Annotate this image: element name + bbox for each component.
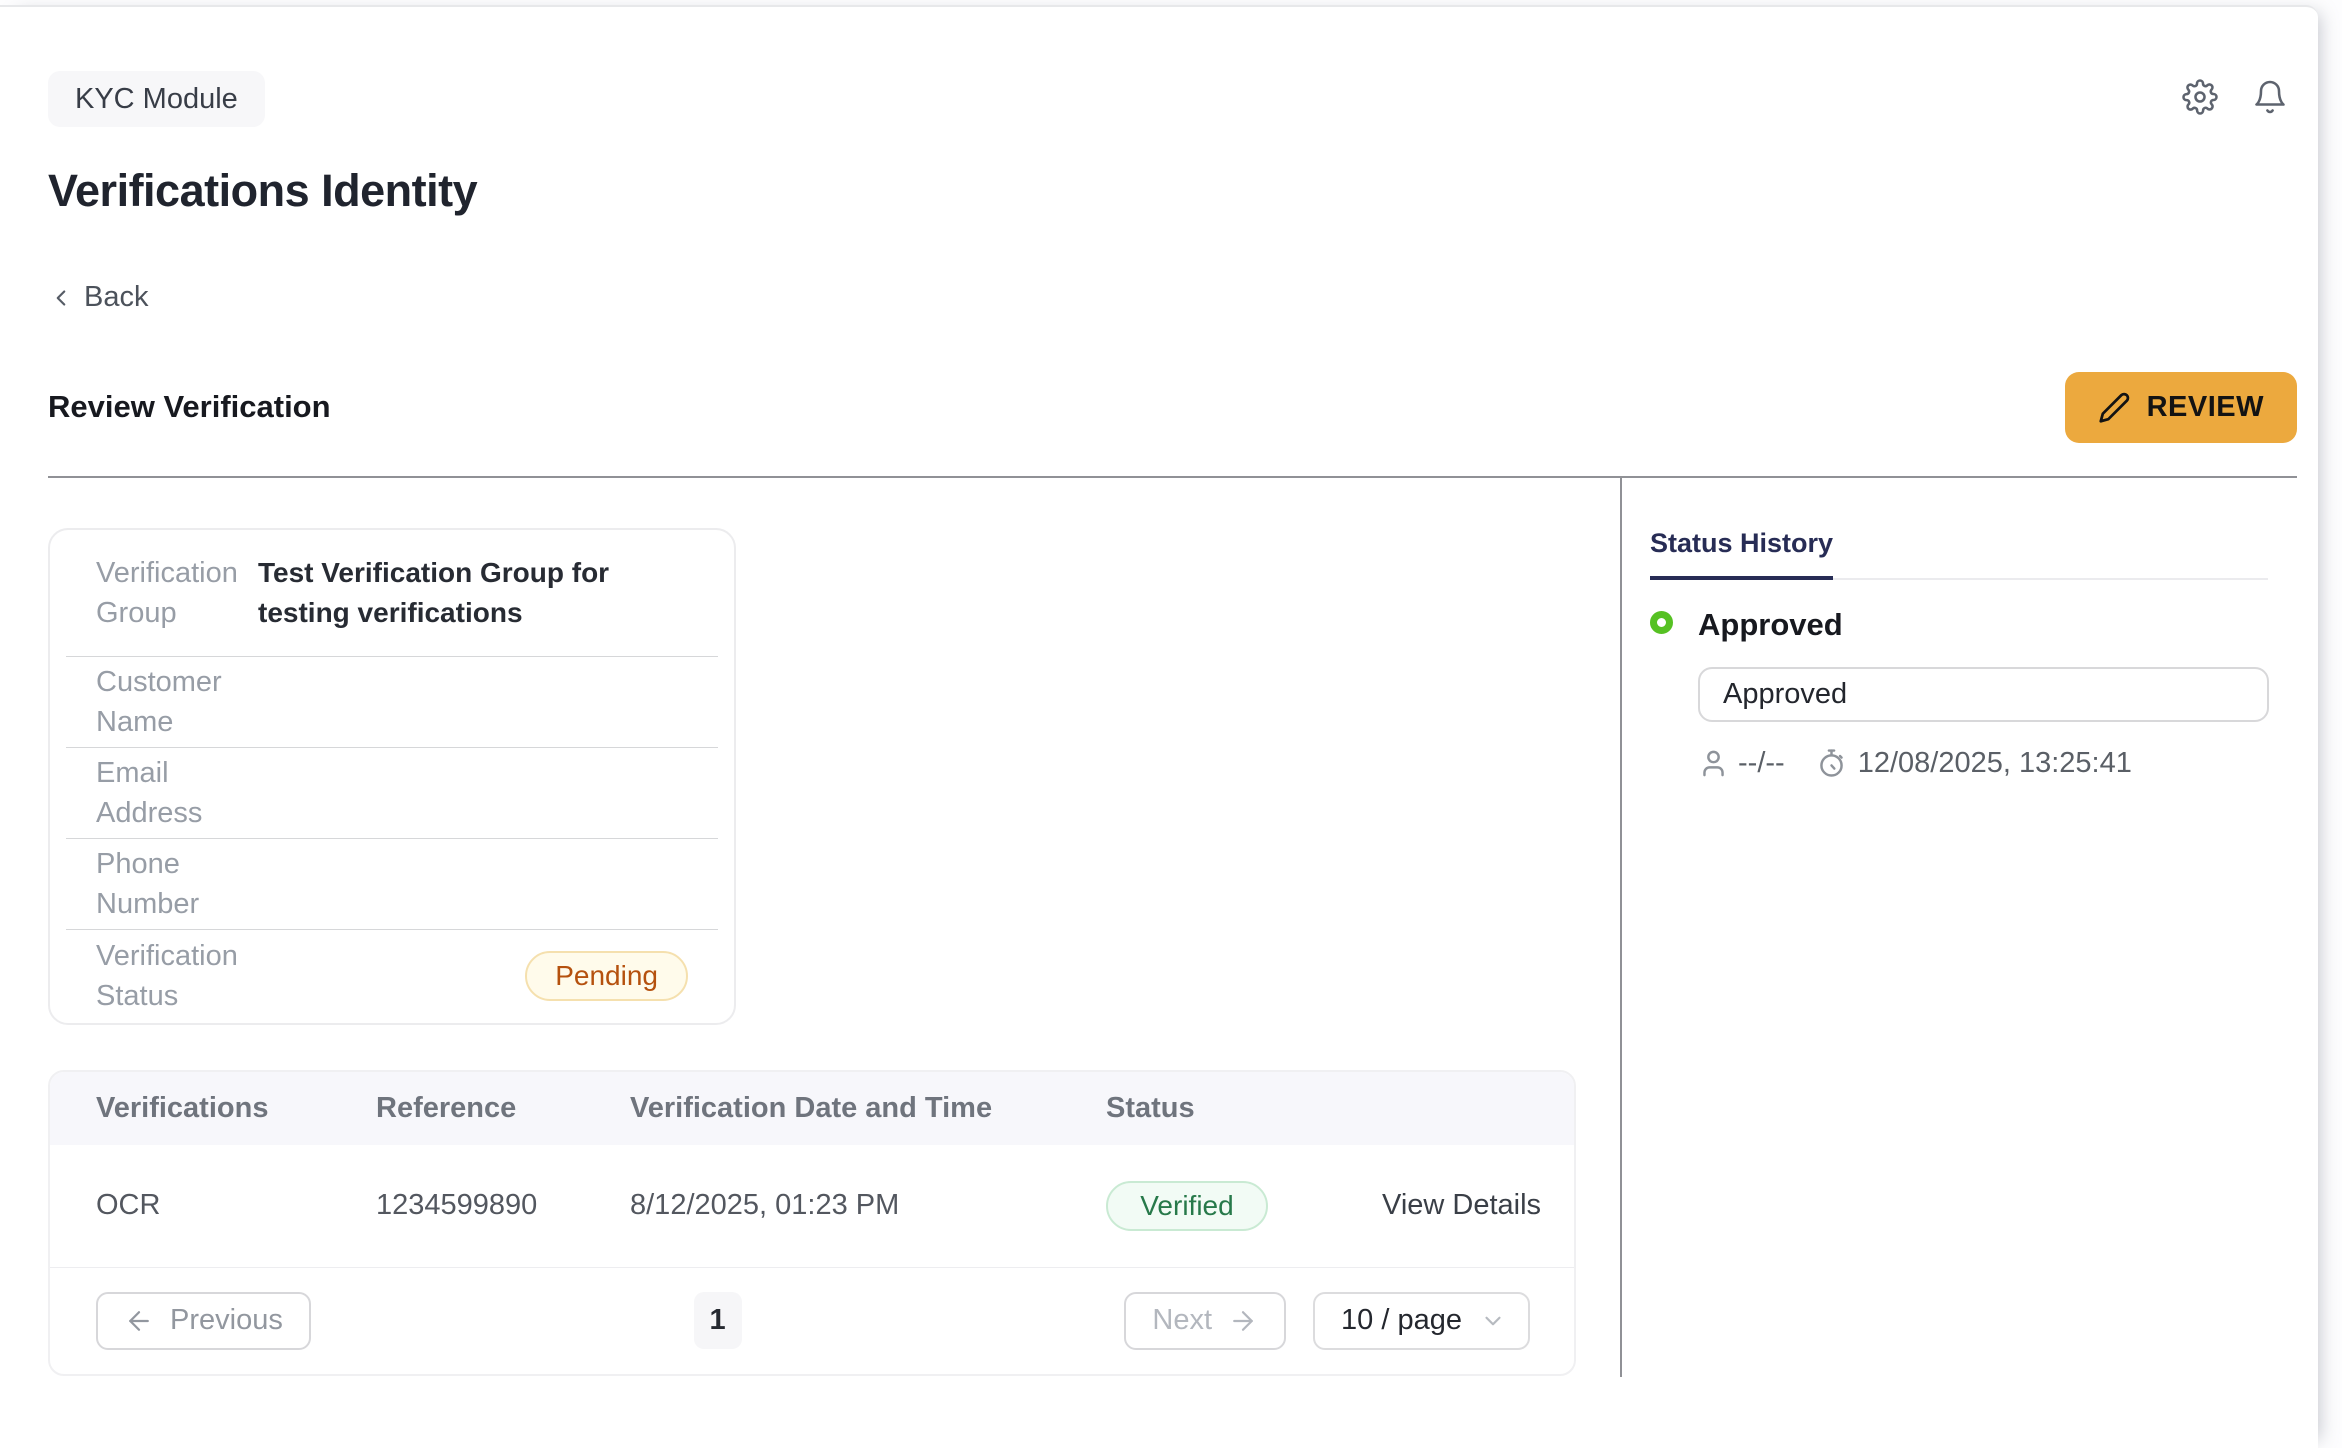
field-label: Email Address [96, 753, 258, 833]
entry-timestamp: 12/08/2025, 13:25:41 [1858, 747, 2132, 780]
entry-user: --/-- [1738, 747, 1785, 780]
review-button-label: REVIEW [2147, 391, 2264, 424]
pencil-icon [2098, 391, 2131, 424]
main-column: Verification Group Test Verification Gro… [48, 478, 1622, 1377]
next-page-button[interactable]: Next [1124, 1292, 1286, 1350]
user-icon [1698, 748, 1729, 779]
cell-reference: 1234599890 [376, 1189, 630, 1222]
chevron-left-icon [48, 285, 74, 311]
content-area: Verification Group Test Verification Gro… [48, 476, 2297, 1377]
next-label: Next [1152, 1304, 1212, 1337]
previous-label: Previous [170, 1304, 283, 1337]
status-badge-verified: Verified [1106, 1181, 1268, 1231]
bell-icon[interactable] [2250, 77, 2290, 117]
top-bar: KYC Module [48, 7, 2297, 127]
field-label: Verification Status [96, 936, 258, 1016]
app-window: KYC Module Verifications Identity Back R… [0, 5, 2318, 1448]
stopwatch-icon [1816, 748, 1847, 779]
timeline-dot-column [1650, 607, 1698, 780]
entry-meta-row: --/-- 12/08/2025, 13:25:41 [1698, 747, 2269, 780]
page-size-value: 10 / page [1341, 1304, 1462, 1337]
module-badge: KYC Module [48, 71, 265, 127]
page-title: Verifications Identity [48, 165, 2297, 217]
arrow-right-icon [1228, 1306, 1258, 1336]
back-label: Back [84, 281, 148, 314]
field-value: Test Verification Group for testing veri… [258, 553, 688, 633]
page-number-1[interactable]: 1 [694, 1292, 742, 1349]
chevron-down-icon [1480, 1308, 1506, 1334]
entry-body: Approved Approved --/-- 12/08/2025, [1698, 607, 2269, 780]
table-header-row: Verifications Reference Verification Dat… [50, 1072, 1574, 1145]
info-row-verification-status: Verification Status Pending [66, 930, 718, 1023]
status-history-panel: Status History Approved Approved --/-- [1622, 478, 2297, 1377]
field-label: Phone Number [96, 844, 258, 924]
section-header: Review Verification REVIEW [48, 372, 2297, 443]
cell-verification: OCR [96, 1189, 376, 1222]
entry-status-title: Approved [1698, 607, 2269, 643]
tab-status-history[interactable]: Status History [1650, 528, 1833, 580]
gear-icon[interactable] [2180, 77, 2220, 117]
previous-page-button[interactable]: Previous [96, 1292, 311, 1350]
pagination-right-group: Next 10 / page [1124, 1292, 1530, 1350]
cell-datetime: 8/12/2025, 01:23 PM [630, 1189, 1106, 1222]
section-title: Review Verification [48, 389, 331, 425]
verifications-table: Verifications Reference Verification Dat… [48, 1070, 1576, 1376]
back-link[interactable]: Back [48, 281, 148, 314]
field-label: Verification Group [96, 553, 258, 633]
status-badge-pending: Pending [525, 951, 688, 1001]
panel-tab-bar: Status History [1650, 528, 2268, 580]
info-row-verification-group: Verification Group Test Verification Gro… [66, 530, 718, 657]
review-button[interactable]: REVIEW [2065, 372, 2297, 443]
status-history-entry: Approved Approved --/-- 12/08/2025, [1650, 607, 2297, 780]
field-label: Customer Name [96, 662, 258, 742]
table-row: OCR 1234599890 8/12/2025, 01:23 PM Verif… [50, 1145, 1574, 1268]
info-row-email-address: Email Address [66, 748, 718, 839]
view-details-link[interactable]: View Details [1382, 1189, 1574, 1222]
page-size-select[interactable]: 10 / page [1313, 1292, 1530, 1350]
column-header: Status [1106, 1092, 1382, 1125]
column-header: Reference [376, 1092, 630, 1125]
entry-note-field[interactable]: Approved [1698, 667, 2269, 722]
arrow-left-icon [124, 1306, 154, 1336]
column-header: Verification Date and Time [630, 1092, 1106, 1125]
pagination: Previous 1 Next 10 / page [50, 1268, 1574, 1374]
verification-info-card: Verification Group Test Verification Gro… [48, 528, 736, 1025]
info-row-phone-number: Phone Number [66, 839, 718, 930]
cell-status: Verified [1106, 1181, 1382, 1231]
status-dot-icon [1650, 611, 1673, 634]
top-icon-group [2180, 77, 2290, 117]
info-row-customer-name: Customer Name [66, 657, 718, 748]
column-header: Verifications [96, 1092, 376, 1125]
